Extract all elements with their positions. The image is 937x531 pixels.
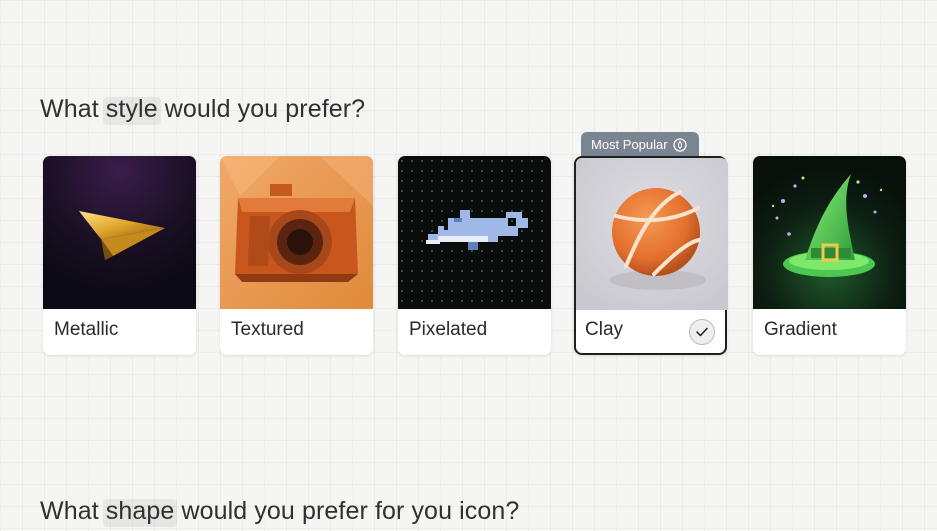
style-option-label: Gradient bbox=[764, 319, 837, 340]
shape-question-heading: What shape would you prefer for you icon… bbox=[40, 497, 519, 526]
style-option-metallic[interactable]: Metallic bbox=[43, 156, 196, 355]
heading-text: would you prefer for you icon? bbox=[174, 497, 520, 525]
style-option-gradient[interactable]: Gradient bbox=[753, 156, 906, 355]
highlighted-word: shape bbox=[105, 497, 175, 525]
style-option-pixelated[interactable]: Pixelated bbox=[398, 156, 551, 355]
heading-text: What bbox=[40, 497, 106, 525]
clay-preview-image bbox=[575, 157, 728, 310]
style-option-clay[interactable]: Clay bbox=[574, 156, 728, 355]
style-option-label: Clay bbox=[585, 319, 624, 340]
flame-icon bbox=[672, 137, 687, 152]
pixelated-preview-image bbox=[398, 156, 551, 309]
gradient-preview-image bbox=[753, 156, 906, 309]
metallic-preview-image bbox=[43, 156, 196, 309]
style-question-heading: What style would you prefer? bbox=[40, 95, 365, 124]
highlighted-word: style bbox=[105, 95, 158, 123]
heading-text: would you prefer? bbox=[157, 95, 366, 123]
style-option-label: Pixelated bbox=[409, 319, 488, 340]
heading-text: What bbox=[40, 95, 106, 123]
textured-preview-image bbox=[220, 156, 373, 309]
badge-label: Most Popular bbox=[591, 137, 668, 152]
style-option-textured[interactable]: Textured bbox=[220, 156, 373, 355]
most-popular-badge: Most Popular bbox=[581, 132, 699, 157]
selected-check-icon bbox=[689, 319, 715, 345]
style-option-label: Metallic bbox=[54, 319, 119, 340]
style-option-label: Textured bbox=[231, 319, 304, 340]
